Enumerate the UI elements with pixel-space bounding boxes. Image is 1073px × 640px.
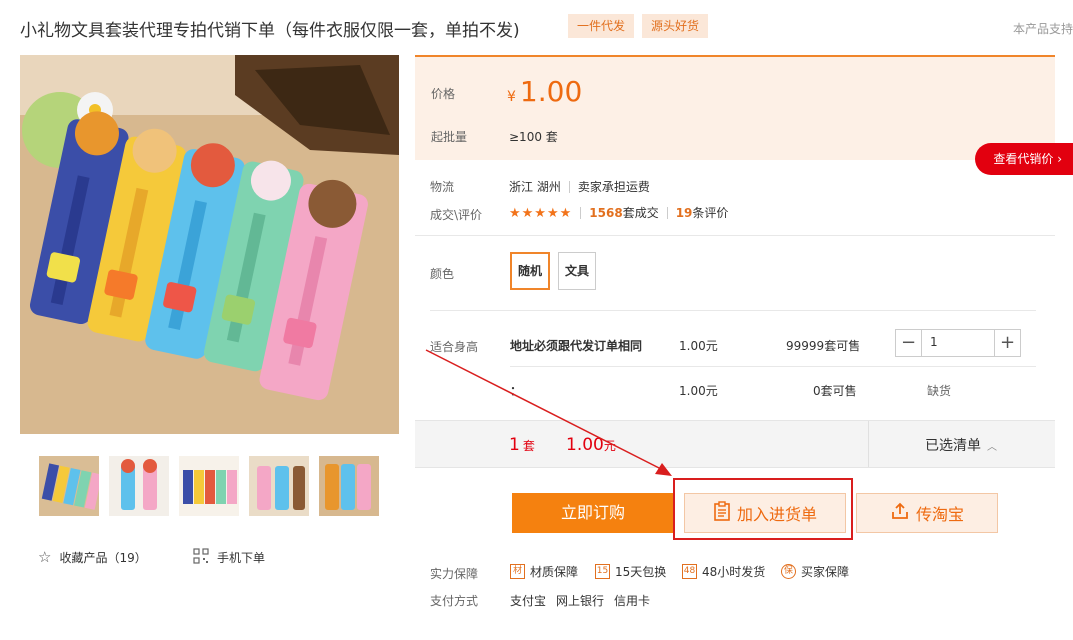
summary-total-num: 1.00 — [566, 435, 604, 455]
color-label: 颜色 — [430, 267, 455, 281]
logistics-label: 物流 — [430, 180, 455, 194]
thumbnail-1[interactable] — [39, 456, 99, 516]
sku-label: 适合身高 — [430, 340, 479, 354]
title-row: 小礼物文具套装代理专拍代销下单（每件衣服仅限一套，单拍不发) 一件代发 源头好货… — [20, 14, 1073, 42]
tag-source-goods[interactable]: 源头好货 — [642, 14, 709, 38]
star-outline-icon: ☆ — [38, 548, 52, 566]
sku-row-2-price: 1.00元 — [679, 384, 718, 398]
selected-list-label: 已选清单 — [925, 438, 981, 454]
support-text: 本产品支持 — [1012, 22, 1073, 36]
main-product-image[interactable] — [20, 55, 399, 434]
payment-label: 支付方式 — [430, 594, 479, 608]
favorite-label: 收藏产品（19） — [59, 550, 147, 565]
reviews-suffix[interactable]: 条评价 — [692, 206, 728, 220]
decrease-button[interactable]: − — [896, 330, 922, 356]
mobile-order-link[interactable]: 手机下单 — [193, 548, 265, 567]
guarantee-shipping[interactable]: 48 48小时发货 — [682, 563, 765, 580]
buy-now-button[interactable]: 立即订购 — [512, 493, 674, 533]
guarantee-material[interactable]: 材材质保障 — [510, 563, 578, 580]
reviews-count[interactable]: 19 — [676, 206, 693, 220]
chevron-up-icon: ︿ — [987, 442, 997, 453]
payment-credit-card: 信用卡 — [614, 594, 651, 608]
exchange-badge-icon: 15 — [595, 564, 610, 579]
sku-row-2-stock-suffix: 套可售 — [820, 384, 857, 398]
summary-qty-num: 1 — [509, 435, 520, 455]
moq-value: ≥100 套 — [509, 130, 558, 144]
deals-count: 1568 — [589, 206, 623, 220]
sku-row-2-stock-num: 0 — [813, 384, 821, 398]
logistics-shipping: 卖家承担运费 — [577, 180, 650, 194]
sku-row-1-stock: 99999套可售 — [786, 337, 860, 354]
product-title: 小礼物文具套装代理专拍代销下单（每件衣服仅限一套，单拍不发) — [20, 21, 520, 41]
thumbnail-4[interactable] — [249, 456, 309, 516]
upload-icon — [890, 501, 910, 525]
guarantee-material-text: 材质保障 — [530, 565, 579, 579]
reviews-label: 成交\评价 — [430, 208, 483, 222]
selection-summary: 1套 1.00元 已选清单 ︿ — [415, 420, 1055, 468]
divider — [430, 310, 1036, 311]
quantity-stepper: − 1 + — [895, 329, 1021, 357]
selected-list-toggle[interactable]: 已选清单 ︿ — [925, 435, 997, 455]
favorite-product-link[interactable]: ☆ 收藏产品（19） — [38, 548, 147, 566]
reviews-value: ★★★★★ 1568套成交 19条评价 — [509, 204, 728, 221]
price-box: 价格 ¥1.00 起批量 ≥100 套 — [415, 55, 1055, 160]
mobile-order-label: 手机下单 — [217, 551, 266, 565]
highlight-box — [673, 478, 853, 540]
thumbnail-3[interactable] — [179, 456, 239, 516]
increase-button[interactable]: + — [994, 330, 1020, 356]
summary-qty-unit: 套 — [522, 439, 535, 453]
guarantee-shipping-text: 48小时发货 — [702, 565, 766, 579]
logistics-origin: 浙江 湖州 — [509, 180, 561, 194]
send-to-taobao-label: 传淘宝 — [915, 505, 964, 524]
logistics-value: 浙江 湖州 卖家承担运费 — [509, 178, 650, 195]
thumbnail-2[interactable] — [109, 456, 169, 516]
sku-row-1-price: 1.00元 — [679, 339, 718, 353]
moq-label: 起批量 — [431, 130, 468, 144]
price-amount: 1.00 — [519, 75, 583, 108]
sku-row-1-name: 地址必须跟代发订单相同 — [510, 339, 643, 353]
shield-icon: 保 — [781, 564, 796, 579]
rating-stars-icon: ★★★★★ — [509, 206, 573, 221]
sku-row-1-stock-num: 99999 — [786, 339, 825, 353]
quantity-value[interactable]: 1 — [930, 335, 938, 349]
qr-code-icon — [193, 548, 209, 567]
shipping-badge-icon: 48 — [682, 564, 697, 579]
color-option-random[interactable]: 随机 — [510, 252, 551, 290]
guarantee-buyer-text: 买家保障 — [801, 565, 850, 579]
summary-qty: 1套 — [509, 435, 535, 455]
divider — [868, 421, 869, 467]
thumbnail-5[interactable] — [319, 456, 379, 516]
guarantee-exchange-text: 15天包换 — [615, 565, 667, 579]
sku-row-2-status: 缺货 — [927, 384, 952, 398]
send-to-taobao-button[interactable]: 传淘宝 — [856, 493, 998, 533]
payment-online-bank: 网上银行 — [556, 594, 605, 608]
payment-alipay: 支付宝 — [510, 594, 547, 608]
tag-dropship[interactable]: 一件代发 — [568, 14, 635, 38]
price-label: 价格 — [431, 87, 456, 101]
divider — [510, 366, 1036, 367]
deals-suffix: 套成交 — [622, 206, 659, 220]
material-badge-icon: 材 — [510, 564, 525, 579]
color-option-stationery[interactable]: 文具 — [558, 252, 597, 290]
sku-row-2-stock: 0套可售 — [813, 382, 857, 399]
price-value: ¥1.00 — [507, 75, 582, 108]
summary-total-unit: 元 — [603, 439, 616, 453]
summary-total: 1.00元 — [566, 435, 616, 455]
guarantee-exchange[interactable]: 15 15天包换 — [595, 563, 666, 580]
sku-row-1-stock-suffix: 套可售 — [824, 339, 861, 353]
divider — [415, 235, 1055, 236]
view-agent-price-button[interactable]: 查看代销价 › — [975, 143, 1073, 175]
guarantee-buyer[interactable]: 保买家保障 — [781, 563, 849, 580]
guarantee-label: 实力保障 — [430, 567, 479, 581]
sku-row-2-name: ： — [510, 384, 523, 398]
currency-symbol: ¥ — [507, 89, 516, 105]
